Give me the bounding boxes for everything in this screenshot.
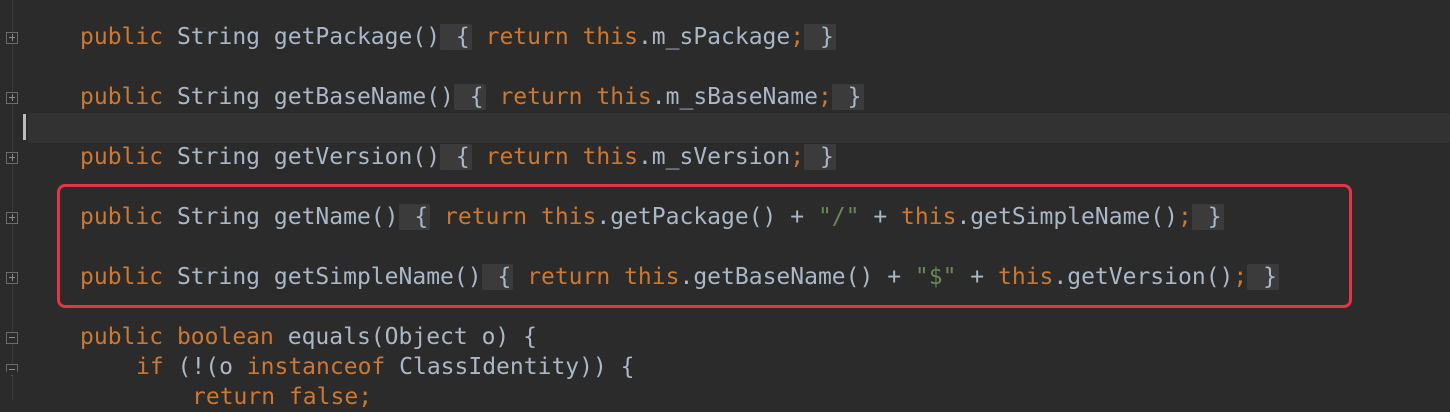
condition-end: ClassIdentity)) { [385, 354, 635, 380]
folded-brace[interactable]: { [440, 24, 472, 50]
method-signature: String getBaseName() [163, 84, 454, 110]
code-line-return-false[interactable]: return false; [192, 382, 372, 412]
keyword-this: this [568, 144, 638, 170]
method-body: .m_sVersion [637, 144, 791, 170]
keyword-return: return [485, 84, 583, 110]
keyword-instanceof: instanceof [246, 354, 386, 380]
folded-brace[interactable]: { [440, 144, 472, 170]
annotation-highlight-box [57, 184, 1352, 308]
keyword-return: return [471, 144, 569, 170]
keyword-public: public [80, 324, 164, 350]
keyword-if: if [136, 354, 164, 380]
folded-brace[interactable]: } [804, 144, 836, 170]
keyword-false: false [275, 384, 359, 410]
keyword-boolean: boolean [163, 324, 274, 350]
method-signature: String getVersion() [163, 144, 441, 170]
method-body: .m_sPackage [637, 24, 791, 50]
code-line-getPackage[interactable]: public String getPackage() { return this… [80, 22, 836, 52]
method-signature: String getPackage() [163, 24, 441, 50]
semicolon: ; [817, 84, 832, 110]
keyword-public: public [80, 84, 164, 110]
code-line-getBaseName[interactable]: public String getBaseName() { return thi… [80, 82, 864, 112]
code-line-equals[interactable]: public boolean equals(Object o) { [80, 322, 537, 352]
folded-brace[interactable]: } [804, 24, 836, 50]
keyword-public: public [80, 24, 164, 50]
keyword-public: public [80, 144, 164, 170]
keyword-return: return [471, 24, 569, 50]
keyword-return: return [192, 384, 276, 410]
folded-brace[interactable]: } [831, 84, 864, 110]
semicolon: ; [790, 24, 805, 50]
folded-brace[interactable]: { [453, 84, 486, 110]
condition-start: (!(o [163, 354, 247, 380]
method-body: .m_sBaseName [651, 84, 818, 110]
keyword-this: this [582, 84, 652, 110]
method-signature: equals(Object o) { [273, 324, 537, 350]
keyword-this: this [568, 24, 638, 50]
semicolon: ; [358, 384, 373, 410]
code-line-if[interactable]: if (!(o instanceof ClassIdentity)) { [136, 352, 635, 382]
code-line-getVersion[interactable]: public String getVersion() { return this… [80, 142, 836, 172]
semicolon: ; [790, 144, 805, 170]
